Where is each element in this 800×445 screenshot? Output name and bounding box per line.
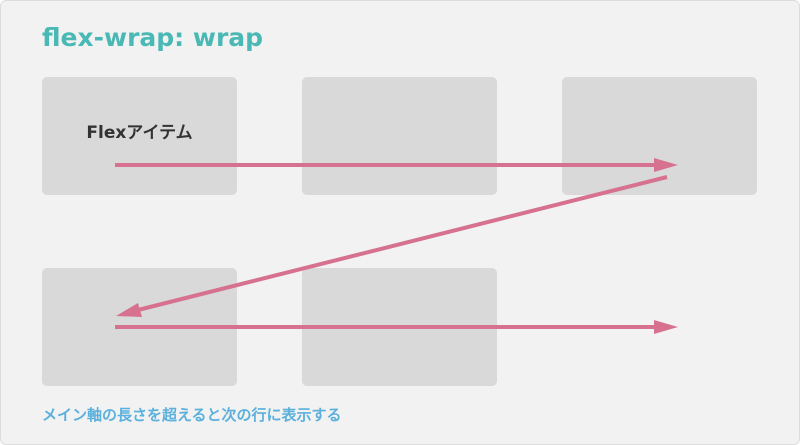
- diagram-caption: メイン軸の長さを超えると次の行に表示する: [42, 406, 342, 424]
- flow-arrows: [115, 158, 678, 334]
- arrow-row-2: [115, 320, 678, 334]
- arrow-wrap-diagonal: [116, 175, 668, 317]
- arrow-row-1: [115, 158, 678, 172]
- diagram-canvas: flex-wrap: wrap Flexアイテム メイン軸の長さを超えると次の行…: [0, 0, 800, 445]
